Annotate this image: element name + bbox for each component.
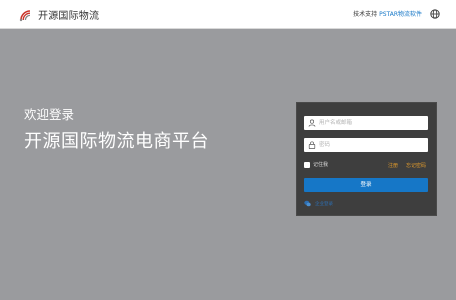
login-button[interactable]: 登录 (304, 178, 428, 192)
support-link[interactable]: PSTAR物流软件 (379, 11, 422, 18)
platform-title: 开源国际物流电商平台 (24, 131, 209, 152)
username-field[interactable] (304, 116, 428, 130)
forgot-password-link[interactable]: 忘记密码 (406, 162, 426, 169)
top-header: 开源国际物流 技术支持 PSTAR物流软件 (0, 0, 456, 29)
corporate-login-label: 企业登录 (315, 201, 333, 207)
brand[interactable]: 开源国际物流 (18, 6, 99, 23)
username-input[interactable] (319, 117, 419, 129)
lock-icon (308, 141, 316, 149)
support-prefix: 技术支持 (353, 11, 378, 18)
account-links: 注册 忘记密码 (388, 162, 426, 169)
login-panel: 记住我 注册 忘记密码 登录 企业登录 (296, 102, 437, 216)
remember-checkbox[interactable] (304, 161, 310, 168)
corporate-login[interactable]: 企业登录 (304, 200, 333, 207)
wechat-icon (304, 200, 311, 207)
welcome-text: 欢迎登录 (24, 107, 75, 122)
register-link[interactable]: 注册 (388, 162, 398, 169)
globe-icon[interactable] (430, 9, 440, 19)
password-field[interactable] (304, 138, 428, 152)
tech-support: 技术支持 PSTAR物流软件 (353, 9, 422, 18)
remember-label: 记住我 (313, 162, 329, 168)
logo-icon (19, 9, 31, 21)
brand-title: 开源国际物流 (38, 11, 100, 22)
user-icon (308, 119, 316, 127)
remember-me[interactable]: 记住我 (304, 161, 328, 168)
password-input[interactable] (319, 139, 419, 151)
